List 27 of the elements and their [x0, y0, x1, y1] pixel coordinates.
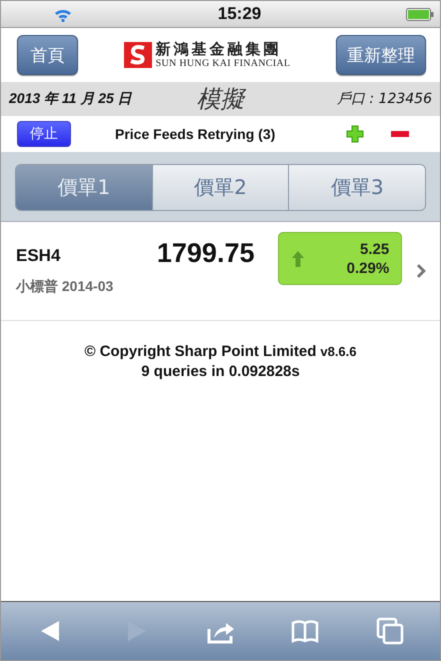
version-label: v8.6.6 — [320, 344, 357, 359]
symbol-label: ESH4 — [16, 246, 62, 266]
logo-chinese: 新鴻基金融集團 — [156, 41, 282, 58]
plus-icon[interactable] — [346, 125, 364, 143]
price-value: 1799.75 — [156, 238, 254, 269]
copyright-text: © Copyright Sharp Point Limited — [84, 343, 316, 360]
tab[interactable]: 價單1 — [16, 165, 152, 210]
battery-icon — [406, 8, 434, 20]
account-label: 戶口 : 123456 — [336, 90, 432, 108]
logo-icon — [124, 42, 152, 68]
up-arrow-icon — [291, 250, 306, 268]
query-stats: 9 queries in 0.092828s — [141, 363, 300, 380]
stop-button[interactable]: 停止 — [17, 121, 71, 147]
pages-icon[interactable] — [376, 617, 404, 645]
tab[interactable]: 價單2 — [152, 165, 288, 210]
mode-label: 模擬 — [196, 84, 244, 115]
change-percent: 0.29% — [346, 260, 390, 276]
date-label: 2013 年 11 月 25 日 — [9, 90, 133, 108]
refresh-button[interactable]: 重新整理 — [336, 35, 426, 75]
chevron-icon[interactable] — [416, 263, 426, 279]
change-value: 5.25 — [360, 240, 390, 258]
logo-english: SUN HUNG KAI FINANCIAL — [156, 58, 290, 69]
tab[interactable]: 價單3 — [288, 165, 425, 210]
contract-name: 小標普 2014-03 — [16, 278, 114, 296]
feed-status: Price Feeds Retrying (3) — [115, 126, 276, 142]
clock-time: 15:29 — [218, 4, 262, 24]
home-button[interactable]: 首頁 — [17, 35, 78, 75]
